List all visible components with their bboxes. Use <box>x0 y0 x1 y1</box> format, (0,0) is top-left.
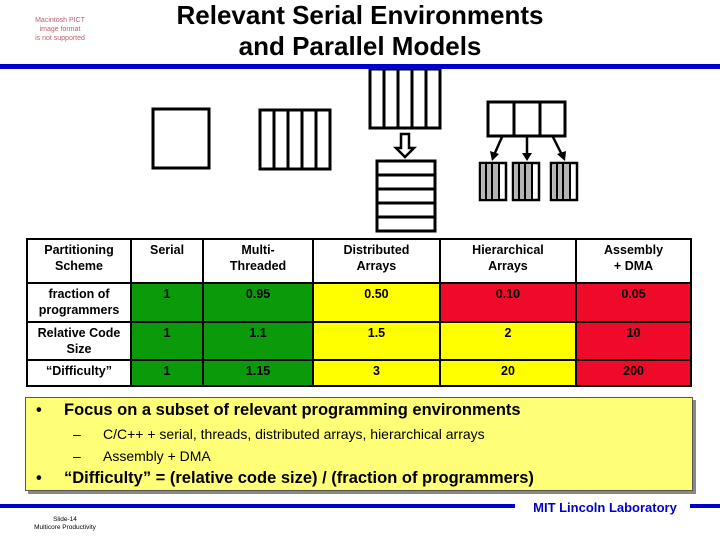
header-line: Assembly <box>604 243 664 257</box>
table-cell: 3 <box>312 359 441 387</box>
sub-bullet-item: – Assembly + DMA <box>73 448 211 464</box>
slide-number: Slide-14 <box>53 516 77 523</box>
table-cell: 1 <box>129 321 205 361</box>
serial-model-icon <box>151 107 211 170</box>
header-line: Arrays <box>488 259 528 273</box>
bullet-text: Focus on a subset of relevant programmin… <box>64 401 521 419</box>
arrow-head-icon <box>557 151 566 161</box>
sub-bullet-text: Assembly + DMA <box>103 448 211 464</box>
down-arrow-icon <box>392 132 418 159</box>
placeholder-line: is not supported <box>35 35 85 42</box>
header-line: Scheme <box>55 259 103 273</box>
models-diagram <box>151 69 579 233</box>
partitioning-comparison-table: Partitioning Scheme Serial Multi- Threaded… <box>26 238 692 387</box>
table-cell: 2 <box>438 321 578 361</box>
row-label-line: “Difficulty” <box>46 364 112 378</box>
header-line: Multi- <box>241 243 275 257</box>
table-cell: 0.10 <box>438 282 578 323</box>
table-cell: 0.95 <box>202 282 315 323</box>
row-label-line: fraction of <box>48 287 110 301</box>
arrow-head-icon <box>490 151 499 161</box>
table-cell: 1.5 <box>312 321 441 361</box>
table-cell: 1 <box>129 282 205 323</box>
sub-array <box>478 161 508 202</box>
lab-name: MIT Lincoln Laboratory <box>533 500 677 515</box>
bullet-icon: • <box>36 401 42 419</box>
table-cell: 1 <box>129 359 205 387</box>
sub-array <box>549 161 579 202</box>
slide-info: Slide-14 Multicore Productivity <box>20 516 110 532</box>
header-line: Arrays <box>356 259 397 273</box>
header-cell: Assembly + DMA <box>575 238 692 284</box>
row-label: fraction of programmers <box>26 282 132 323</box>
bullet-icon: • <box>36 469 42 487</box>
summary-callout: • Focus on a subset of relevant programmi… <box>25 397 693 491</box>
sub-bullet-item: – C/C++ + serial, threads, distributed ar… <box>73 426 485 442</box>
footer-divider-left <box>0 504 515 508</box>
title-line-2: and Parallel Models <box>238 31 482 61</box>
placeholder-line: image format <box>39 26 81 33</box>
header-cell: Multi- Threaded <box>202 238 315 284</box>
header-line: Distributed <box>343 243 410 257</box>
title-line-1: Relevant Serial Environments <box>176 0 544 30</box>
table-row: fraction of programmers 1 0.95 0.50 0.10 … <box>26 282 692 323</box>
dash-icon: – <box>73 448 81 464</box>
table-cell: 20 <box>438 359 578 387</box>
header-line: Partitioning <box>44 243 114 257</box>
header-line: Threaded <box>229 259 287 273</box>
row-label: Relative Code Size <box>26 321 132 361</box>
row-label-line: Relative Code <box>37 326 121 340</box>
header-cell: Serial <box>129 238 205 284</box>
bullet-text: “Difficulty” = (relative code size) / (f… <box>64 469 534 487</box>
slide-title: Relevant Serial Environments and Paralle… <box>130 0 590 62</box>
row-label-line: programmers <box>38 303 120 317</box>
placeholder-line: Macintosh PICT <box>35 17 85 24</box>
header-line: Hierarchical <box>472 243 544 257</box>
header-cell: Distributed Arrays <box>312 238 441 284</box>
table-row: Relative Code Size 1 1.1 1.5 2 10 <box>26 321 692 361</box>
table-row: “Difficulty” 1 1.15 3 20 200 <box>26 359 692 387</box>
header-line: Serial <box>149 243 185 257</box>
course-name: Multicore Productivity <box>34 524 96 531</box>
sub-array <box>511 161 541 202</box>
table-cell: 0.50 <box>312 282 441 323</box>
table-cell: 1.1 <box>202 321 315 361</box>
unsupported-image-placeholder: Macintosh PICT image format is not suppo… <box>30 16 90 43</box>
header-cell: Hierarchical Arrays <box>438 238 578 284</box>
table-cell: 1.15 <box>202 359 315 387</box>
table-header-row: Partitioning Scheme Serial Multi- Threaded… <box>26 238 692 284</box>
bullet-item: • Focus on a subset of relevant programmi… <box>36 401 521 420</box>
row-label: “Difficulty” <box>26 359 132 387</box>
bullet-item: • “Difficulty” = (relative code size) / (… <box>36 469 534 488</box>
table-cell: 10 <box>575 321 692 361</box>
footer-divider-right <box>690 504 720 508</box>
table-cell: 200 <box>575 359 692 387</box>
sub-bullet-text: C/C++ + serial, threads, distributed arr… <box>103 426 485 442</box>
arrow-head-icon <box>522 153 532 161</box>
distributed-arrays-model-icon <box>368 69 442 233</box>
header-cell: Partitioning Scheme <box>26 238 132 284</box>
dash-icon: – <box>73 426 81 442</box>
header-line: + DMA <box>613 259 654 273</box>
hierarchical-arrays-model-icon <box>478 100 579 202</box>
table-cell: 0.05 <box>575 282 692 323</box>
multithreaded-model-icon <box>258 108 332 171</box>
row-label-line: Size <box>66 342 92 356</box>
